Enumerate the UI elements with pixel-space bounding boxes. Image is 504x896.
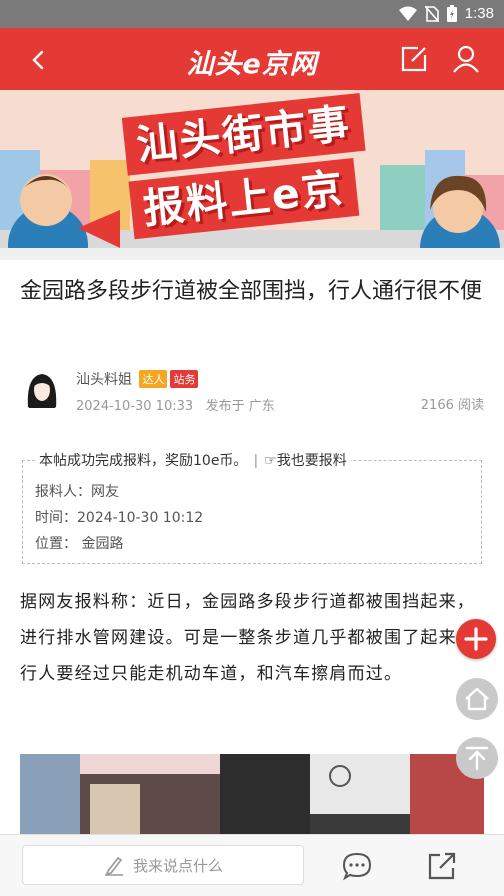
article-body: 据网友报料称：近日，金园路多段步行道都被围挡起来，进行排水管网建设。可是一整条步…	[20, 592, 475, 684]
status-bar: 1:38	[0, 0, 504, 28]
home-button[interactable]	[456, 678, 498, 720]
plus-icon	[464, 627, 488, 651]
post-date: 2024-10-30 10:33	[76, 399, 194, 414]
article-title: 金园路多段步行道被全部围挡，行人通行很不便	[20, 279, 483, 304]
wifi-icon	[398, 6, 417, 21]
battery-icon	[446, 5, 457, 22]
section-divider	[0, 248, 504, 260]
report-info-box: 本帖成功完成报料，奖励10e币。 | ☞我也要报料 报料人：网友 时间：2024-1…	[22, 450, 482, 564]
comments-button[interactable]	[340, 849, 374, 883]
status-time: 1:38	[464, 5, 494, 22]
add-button[interactable]	[456, 619, 496, 659]
author-row: 汕头料姐 达人 站务 2024-10-30 10:33 发布于 广东 2166 阅…	[20, 366, 484, 416]
article-photo[interactable]	[20, 754, 484, 834]
report-location-line: 位置： 金园路	[35, 536, 124, 552]
home-icon	[465, 687, 489, 711]
report-header-separator: |	[253, 453, 259, 469]
edit-icon	[401, 46, 427, 72]
comment-input[interactable]: 我来说点什么	[22, 845, 304, 885]
post-location: 发布于 广东	[205, 399, 275, 414]
avatar[interactable]	[20, 368, 64, 412]
share-icon	[428, 852, 456, 880]
back-to-top-button[interactable]	[456, 737, 498, 779]
author-name-line: 汕头料姐 达人 站务	[76, 369, 199, 389]
app-bar: 汕头e京网	[0, 28, 504, 90]
profile-button[interactable]	[450, 43, 482, 75]
bottom-bar: 我来说点什么	[0, 834, 504, 896]
view-count: 2166 阅读	[420, 398, 484, 413]
report-link[interactable]: ☞我也要报料	[264, 453, 347, 469]
report-banner[interactable]: 汕头街市事 报料上e京	[0, 90, 504, 248]
no-sim-icon	[424, 5, 439, 22]
user-icon	[453, 45, 479, 73]
report-time-line: 时间：2024-10-30 10:12	[35, 510, 204, 526]
report-reward-text: 本帖成功完成报料，奖励10e币。	[39, 453, 248, 469]
badge-staff: 站务	[170, 370, 199, 388]
edit-button[interactable]	[398, 43, 430, 75]
avatar-image	[20, 368, 64, 412]
chat-bubble-icon	[342, 852, 372, 881]
pencil-icon	[104, 856, 123, 876]
report-header: 本帖成功完成报料，奖励10e币。 | ☞我也要报料	[35, 450, 351, 470]
share-button[interactable]	[425, 849, 459, 883]
reporter-line: 报料人：网友	[35, 484, 119, 500]
author-name[interactable]: 汕头料姐	[76, 372, 132, 388]
post-meta: 2024-10-30 10:33 发布于 广东	[76, 395, 275, 414]
street-photo	[20, 754, 484, 834]
banner-slogan: 汕头街市事 报料上e京	[121, 91, 394, 248]
comment-placeholder: 我来说点什么	[132, 856, 223, 875]
badge-expert: 达人	[139, 370, 168, 388]
status-icons: 1:38	[398, 5, 494, 22]
arrow-up-icon	[465, 746, 489, 771]
